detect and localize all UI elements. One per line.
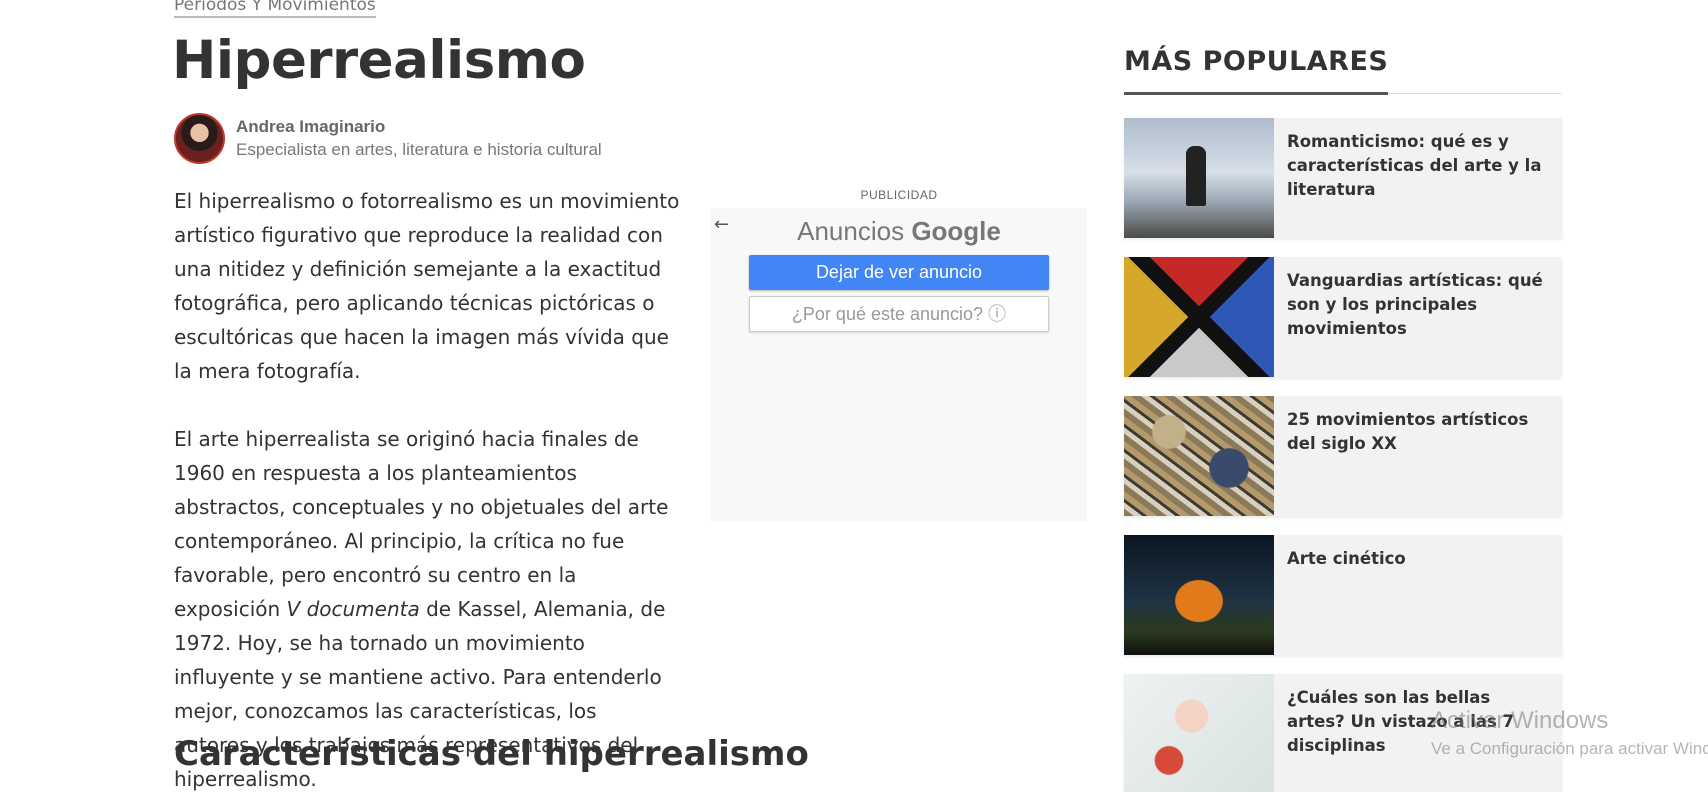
google-logo: Google	[911, 216, 1001, 246]
ad-box: ← Anuncios Google Dejar de ver anuncio ¿…	[711, 208, 1087, 521]
author-name[interactable]: Andrea Imaginario	[236, 116, 602, 138]
popular-item-title[interactable]: Romanticismo: qué es y características d…	[1274, 118, 1562, 238]
breadcrumb[interactable]: Periodos Y Movimientos	[174, 0, 376, 18]
windows-activation-watermark: Activar Windows Ve a Configuración para …	[1431, 706, 1708, 762]
popular-item-thumbnail[interactable]	[1124, 396, 1274, 516]
popular-item-thumbnail[interactable]	[1124, 674, 1274, 792]
ad-title-prefix: Anuncios	[797, 216, 905, 246]
stop-seeing-ad-button[interactable]: Dejar de ver anuncio	[749, 255, 1049, 290]
popular-item-title[interactable]: Arte cinético	[1274, 535, 1420, 655]
popular-item[interactable]: Vanguardias artísticas: qué son y los pr…	[1124, 257, 1562, 377]
ad-container: PUBLICIDAD ← Anuncios Google Dejar de ve…	[711, 186, 1087, 521]
ad-title: Anuncios Google	[711, 208, 1087, 246]
author-description: Especialista en artes, literatura e hist…	[236, 139, 602, 159]
ad-label: PUBLICIDAD	[860, 188, 938, 202]
popular-item-thumbnail[interactable]	[1124, 118, 1274, 238]
why-this-ad-button[interactable]: ¿Por qué este anuncio? ⓘ	[749, 296, 1049, 332]
watermark-subtitle: Ve a Configuración para activar Windows.	[1431, 739, 1708, 758]
popular-sidebar: MÁS POPULARES Romanticismo: qué es y car…	[1124, 44, 1562, 792]
author-block: Andrea Imaginario Especialista en artes,…	[174, 113, 602, 164]
popular-item[interactable]: 25 movimientos artísticos del siglo XX	[1124, 396, 1562, 516]
section-heading: Características del hiperrealismo	[174, 734, 809, 774]
page-title: Hiperrealismo	[172, 30, 586, 91]
popular-item-title[interactable]: 25 movimientos artísticos del siglo XX	[1274, 396, 1562, 516]
sidebar-heading: MÁS POPULARES	[1124, 44, 1389, 95]
popular-item-thumbnail[interactable]	[1124, 535, 1274, 655]
author-info: Andrea Imaginario Especialista en artes,…	[236, 116, 602, 162]
arrow-left-icon[interactable]: ←	[714, 214, 729, 235]
article-paragraph: El hiperrealismo o fotorrealismo es un m…	[174, 189, 680, 383]
popular-item[interactable]: Romanticismo: qué es y características d…	[1124, 118, 1562, 238]
watermark-title: Activar Windows	[1431, 707, 1609, 734]
avatar[interactable]	[174, 113, 225, 164]
article-text: El arte hiperrealista se originó hacia f…	[174, 427, 669, 621]
popular-item[interactable]: Arte cinético	[1124, 535, 1562, 655]
popular-list: Romanticismo: qué es y características d…	[1124, 118, 1562, 792]
exhibition-name: V documenta	[286, 597, 420, 621]
popular-item-thumbnail[interactable]	[1124, 257, 1274, 377]
popular-item-title[interactable]: Vanguardias artísticas: qué son y los pr…	[1274, 257, 1562, 377]
